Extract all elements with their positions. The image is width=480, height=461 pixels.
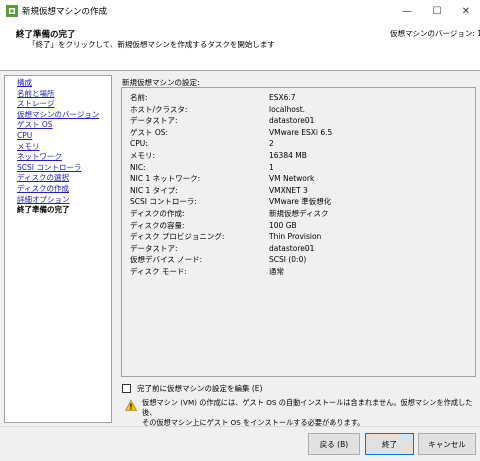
setting-key: SCSI コントローラ: — [130, 197, 197, 207]
setting-value: VMXNET 3 — [269, 185, 308, 195]
settings-row: 名前: ESX6.7 — [122, 92, 475, 104]
settings-row: NIC 1 ネットワーク: VM Network — [122, 173, 475, 185]
nav-step-vm-version[interactable]: 仮想マシンのバージョン — [17, 110, 111, 121]
nav-step-configuration[interactable]: 構成 — [17, 78, 111, 89]
warning-icon — [125, 400, 137, 411]
settings-row: NIC 1 タイプ: VMXNET 3 — [122, 185, 475, 197]
edit-settings-label[interactable]: 完了前に仮想マシンの設定を編集 (E) — [137, 383, 262, 394]
nav-step-ready-to-complete: 終了準備の完了 — [17, 205, 70, 215]
settings-row: NIC: 1 — [122, 162, 475, 174]
setting-key: ディスク モード: — [130, 266, 187, 276]
warning-text: 仮想マシン (VM) の作成には、ゲスト OS の自動インストールは含まれません… — [142, 398, 478, 428]
nav-step-advanced-options[interactable]: 詳細オプション — [17, 195, 111, 206]
settings-row: データストア: datastore01 — [122, 115, 475, 127]
setting-value: 16384 MB — [269, 150, 307, 160]
wizard-body: 構成 名前と場所 ストレージ 仮想マシンのバージョン ゲスト OS CPU メモ… — [0, 70, 480, 428]
setting-value: datastore01 — [269, 243, 315, 253]
setting-value: 100 GB — [269, 220, 297, 230]
wizard-step-nav: 構成 名前と場所 ストレージ 仮想マシンのバージョン ゲスト OS CPU メモ… — [4, 75, 112, 423]
settings-row: データストア: datastore01 — [122, 243, 475, 255]
nav-step-name-location[interactable]: 名前と場所 — [17, 89, 111, 100]
setting-key: ディスクの容量: — [130, 220, 185, 230]
wizard-footer: 戻る (B) 終了 キャンセル — [0, 426, 480, 461]
setting-key: NIC 1 タイプ: — [130, 185, 178, 195]
settings-row: ディスクの作成: 新規仮想ディスク — [122, 208, 475, 220]
setting-value: ESX6.7 — [269, 93, 296, 102]
nav-step-create-disk[interactable]: ディスクの作成 — [17, 184, 111, 195]
setting-value: 通常 — [269, 266, 284, 276]
setting-value: VMware ESXi 6.5 — [269, 127, 333, 137]
nav-step-memory[interactable]: メモリ — [17, 142, 111, 153]
edit-settings-option[interactable]: 完了前に仮想マシンの設定を編集 (E) — [122, 383, 262, 394]
setting-key: ディスクの作成: — [130, 208, 185, 218]
settings-row: ホスト/クラスタ: localhost. — [122, 104, 475, 116]
setting-key: ゲスト OS: — [130, 127, 169, 137]
minimize-icon: — — [402, 5, 412, 17]
settings-row: CPU: 2 — [122, 138, 475, 150]
maximize-button[interactable]: ☐ — [422, 0, 452, 22]
page-subtitle: 「終了」をクリックして、新規仮想マシンを作成するタスクを開始します — [28, 40, 275, 49]
nav-step-select-disk[interactable]: ディスクの選択 — [17, 173, 111, 184]
setting-key: データストア: — [130, 243, 178, 253]
settings-row: ディスク モード: 通常 — [122, 266, 475, 278]
setting-value: localhost. — [269, 104, 306, 114]
edit-settings-checkbox[interactable] — [122, 384, 131, 393]
minimize-button[interactable]: — — [392, 0, 422, 22]
setting-value: Thin Provision — [269, 232, 322, 242]
setting-key: NIC: — [130, 162, 146, 172]
settings-row: 仮想デバイス ノード: SCSI (0:0) — [122, 254, 475, 266]
setting-value: SCSI (0:0) — [269, 255, 307, 265]
setting-value: VMware 準仮想化 — [269, 197, 332, 207]
cancel-button[interactable]: キャンセル — [418, 433, 476, 455]
maximize-icon: ☐ — [432, 5, 442, 17]
settings-row: ディスクの容量: 100 GB — [122, 220, 475, 232]
settings-row: ゲスト OS: VMware ESXi 6.5 — [122, 127, 475, 139]
back-button[interactable]: 戻る (B) — [308, 433, 360, 455]
setting-value: 2 — [269, 139, 274, 149]
settings-row: ディスク プロビジョニング: Thin Provision — [122, 231, 475, 243]
finish-button[interactable]: 終了 — [365, 433, 414, 455]
settings-row: メモリ: 16384 MB — [122, 150, 475, 162]
nav-step-cpu[interactable]: CPU — [17, 131, 111, 142]
nav-step-storage[interactable]: ストレージ — [17, 99, 111, 110]
wizard-header: 終了準備の完了 「終了」をクリックして、新規仮想マシンを作成するタスクを開始しま… — [0, 22, 480, 70]
vsphere-app-icon — [6, 5, 18, 17]
nav-step-scsi-controller[interactable]: SCSI コントローラ — [17, 163, 111, 174]
nav-step-guest-os[interactable]: ゲスト OS — [17, 120, 111, 131]
window-title: 新規仮想マシンの作成 — [22, 7, 108, 17]
setting-value: VM Network — [269, 174, 315, 184]
title-bar: 新規仮想マシンの作成 — ☐ ✕ — [0, 0, 480, 22]
setting-key: 名前: — [130, 93, 148, 102]
setting-key: データストア: — [130, 116, 178, 126]
warning-line-1: 仮想マシン (VM) の作成には、ゲスト OS の自動インストールは含まれません… — [142, 398, 473, 417]
setting-key: ホスト/クラスタ: — [130, 104, 188, 114]
settings-summary-panel: 名前: ESX6.7 ホスト/クラスタ: localhost. データストア: dat… — [121, 87, 476, 377]
setting-key: NIC 1 ネットワーク: — [130, 174, 201, 184]
setting-value: 新規仮想ディスク — [269, 208, 329, 218]
vm-version-label: 仮想マシンのバージョン: 11 — [390, 29, 480, 38]
setting-key: メモリ: — [130, 150, 156, 160]
setting-key: ディスク プロビジョニング: — [130, 232, 225, 242]
setting-value: datastore01 — [269, 116, 315, 126]
close-icon: ✕ — [461, 5, 471, 17]
setting-value: 1 — [269, 162, 274, 172]
settings-row: SCSI コントローラ: VMware 準仮想化 — [122, 196, 475, 208]
close-button[interactable]: ✕ — [451, 0, 480, 22]
nav-step-network[interactable]: ネットワーク — [17, 152, 111, 163]
setting-key: 仮想デバイス ノード: — [130, 255, 203, 265]
setting-key: CPU: — [130, 139, 148, 149]
